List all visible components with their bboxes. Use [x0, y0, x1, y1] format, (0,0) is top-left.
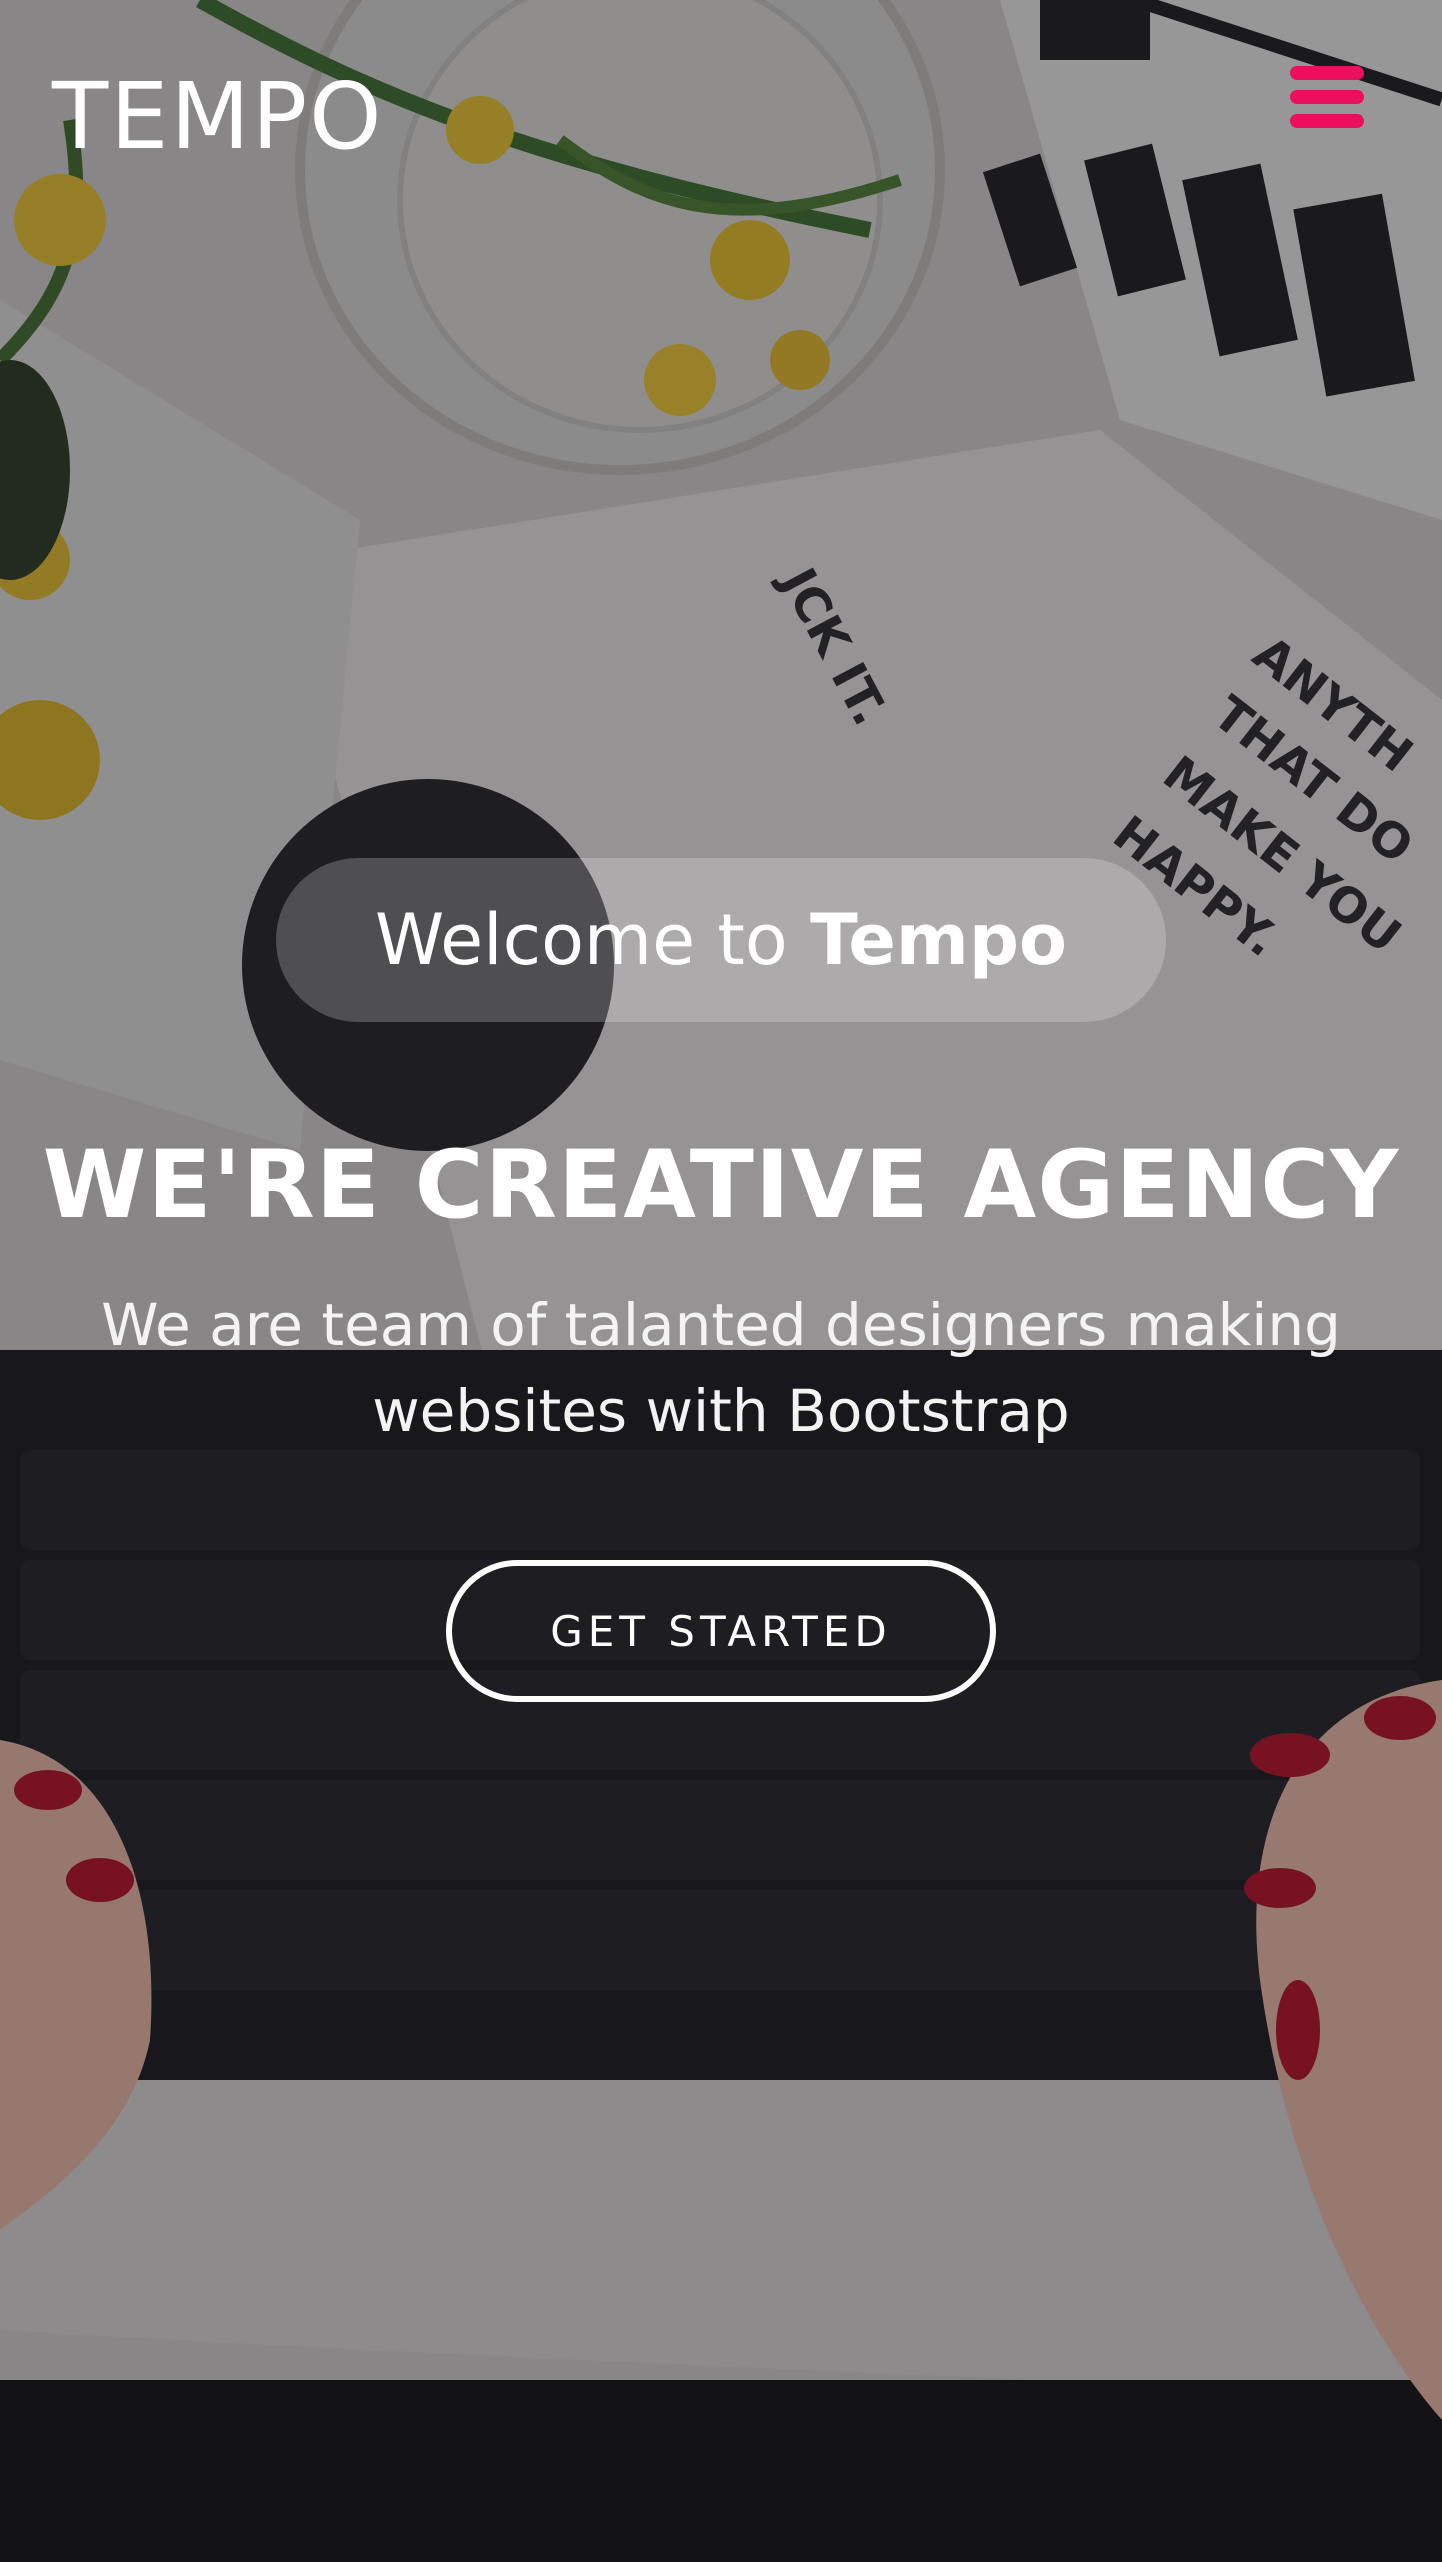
- hero-title: WE'RE CREATIVE AGENCY: [42, 1131, 1400, 1240]
- get-started-button[interactable]: GET STARTED: [446, 1560, 996, 1702]
- welcome-text: Welcome to: [374, 899, 810, 981]
- hero-overlay: [0, 0, 1442, 2562]
- menu-bar: [1290, 90, 1364, 104]
- welcome-brand: Tempo: [809, 899, 1068, 981]
- menu-bar: [1290, 66, 1364, 80]
- hero-subtitle: We are team of talanted designers making…: [101, 1291, 1341, 1445]
- welcome-badge: Welcome to Tempo: [276, 858, 1166, 1022]
- hamburger-menu-icon[interactable]: [1290, 66, 1364, 128]
- hero-background-image: JCK IT. ANYTH THAT DO MAKE YOU HAPPY.: [0, 0, 1442, 2562]
- menu-bar: [1290, 114, 1364, 128]
- brand-logo[interactable]: TEMPO: [52, 62, 384, 172]
